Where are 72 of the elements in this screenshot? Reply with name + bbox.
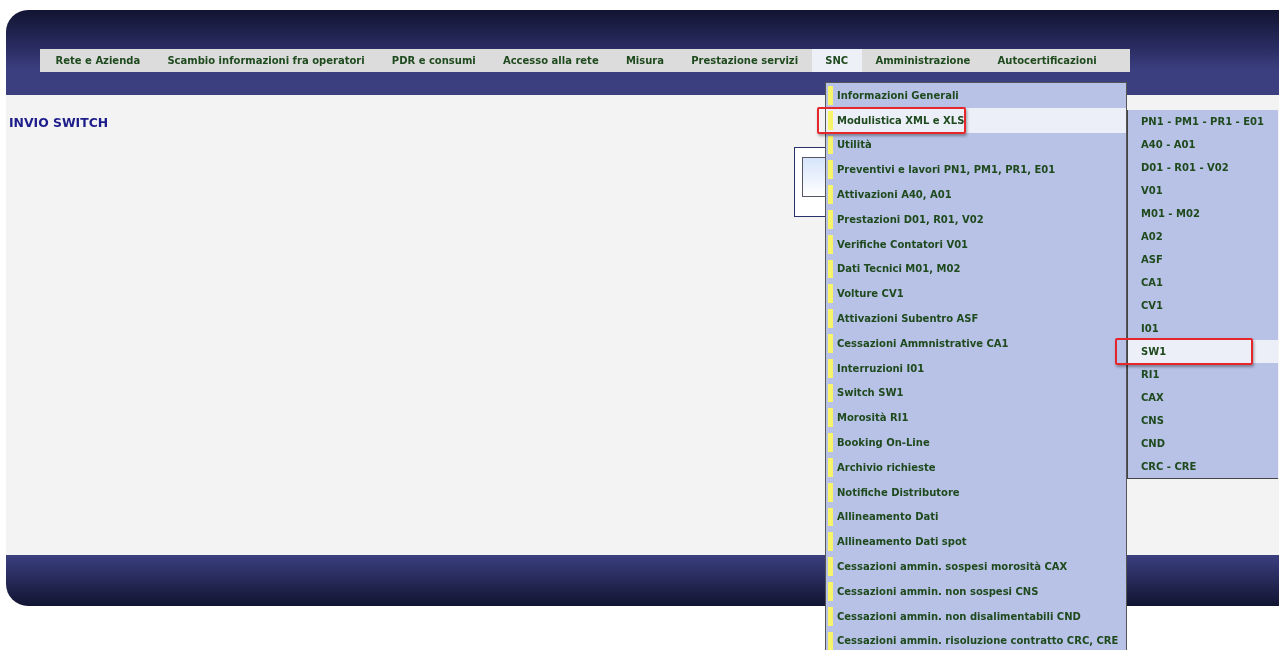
menu-item[interactable]: Cessazioni ammin. sospesi morosità CAX	[826, 554, 1126, 579]
menu-item[interactable]: M01 - M02	[1128, 202, 1278, 225]
marker-bar	[828, 482, 833, 502]
menu-item[interactable]: SW1	[1128, 340, 1278, 363]
marker-bar	[828, 606, 833, 626]
marker-bar	[828, 259, 833, 279]
marker-bar	[828, 210, 833, 229]
menu-item[interactable]: ASF	[1128, 248, 1278, 271]
menu-item[interactable]: CA1	[1128, 271, 1278, 294]
menu-tab[interactable]: Misura	[612, 49, 678, 72]
menu-item[interactable]: PN1 - PM1 - PR1 - E01	[1128, 110, 1278, 133]
menu-item[interactable]: Dati Tecnici M01, M02	[826, 256, 1126, 282]
menu-item[interactable]: Attivazioni Subentro ASF	[826, 306, 1126, 331]
menu-item[interactable]: Cessazioni ammin. non sospesi CNS	[826, 578, 1126, 604]
marker-bar	[828, 532, 833, 552]
marker-bar	[828, 408, 833, 428]
marker-bar	[828, 581, 833, 601]
menu-item[interactable]: CV1	[1128, 294, 1278, 317]
menu-tab[interactable]: Accesso alla rete	[489, 49, 613, 72]
marker-bar	[828, 557, 833, 576]
menu-item[interactable]: Informazioni Generali	[826, 83, 1126, 108]
marker-bar	[828, 135, 833, 155]
menu-item[interactable]: Utilità	[826, 132, 1126, 158]
menu-item[interactable]: Morosità RI1	[826, 405, 1126, 431]
menu-item[interactable]: Switch SW1	[826, 380, 1126, 406]
menu-item[interactable]: CNS	[1128, 409, 1278, 432]
menu-item[interactable]: V01	[1128, 179, 1278, 202]
menu-item[interactable]: Modulistica XML e XLS	[826, 107, 1126, 133]
marker-bar	[828, 234, 833, 254]
menu-item[interactable]: CAX	[1128, 386, 1278, 409]
menu-item[interactable]: Attivazioni A40, A01	[826, 182, 1126, 207]
marker-bar	[828, 86, 833, 105]
menu-item[interactable]: Volture CV1	[826, 281, 1126, 307]
menu-item[interactable]: Notifiche Distributore	[826, 479, 1126, 505]
menu-tab[interactable]: PDR e consumi	[378, 49, 490, 72]
menu-tab[interactable]: Scambio informazioni fra operatori	[153, 49, 379, 72]
page-title: INVIO SWITCH	[9, 115, 109, 130]
marker-bar	[828, 507, 833, 527]
marker-bar	[828, 383, 833, 403]
menu-item[interactable]: Interruzioni I01	[826, 355, 1126, 381]
marker-bar	[828, 457, 833, 477]
marker-bar	[828, 185, 833, 204]
menu-item[interactable]: CND	[1128, 432, 1278, 455]
menu-item[interactable]: Prestazioni D01, R01, V02	[826, 207, 1126, 232]
menu-item[interactable]: Cessazioni ammin. risoluzione contratto CRC, CRE	[826, 628, 1126, 650]
menu-item[interactable]: Allineamento Dati spot	[826, 529, 1126, 555]
menu-item[interactable]: I01	[1128, 317, 1278, 340]
menu-item[interactable]: Verifiche Contatori V01	[826, 231, 1126, 257]
marker-bar	[828, 631, 833, 650]
menu-tab[interactable]: Prestazione servizi	[677, 49, 812, 72]
menu-tab[interactable]: SNC	[811, 49, 862, 72]
marker-bar	[828, 110, 833, 130]
marker-bar	[828, 433, 833, 452]
menu-item[interactable]: Booking On-Line	[826, 430, 1126, 455]
menu-item[interactable]: Cessazioni Ammnistrative CA1	[826, 330, 1126, 356]
menu-item[interactable]: Allineamento Dati	[826, 504, 1126, 530]
menu-item[interactable]: Preventivi e lavori PN1, PM1, PR1, E01	[826, 157, 1126, 183]
menu-item[interactable]: A02	[1128, 225, 1278, 248]
menu-tab[interactable]: Amministrazione	[861, 49, 984, 72]
menu-item[interactable]: A40 - A01	[1128, 133, 1278, 156]
menu-item[interactable]: CRC - CRE	[1128, 455, 1278, 478]
menu-item[interactable]: Cessazioni ammin. non disalimentabili CND	[826, 603, 1126, 629]
menu-item[interactable]: D01 - R01 - V02	[1128, 156, 1278, 179]
marker-bar	[828, 309, 833, 328]
marker-bar	[828, 358, 833, 378]
marker-bar	[828, 160, 833, 180]
menu-tab[interactable]: Rete e Azienda	[42, 49, 154, 72]
marker-bar	[828, 333, 833, 353]
menu-tab[interactable]: Autocertificazioni	[984, 49, 1111, 72]
marker-bar	[828, 284, 833, 304]
menu-item[interactable]: Archivio richieste	[826, 454, 1126, 480]
menu-item[interactable]: RI1	[1128, 363, 1278, 386]
